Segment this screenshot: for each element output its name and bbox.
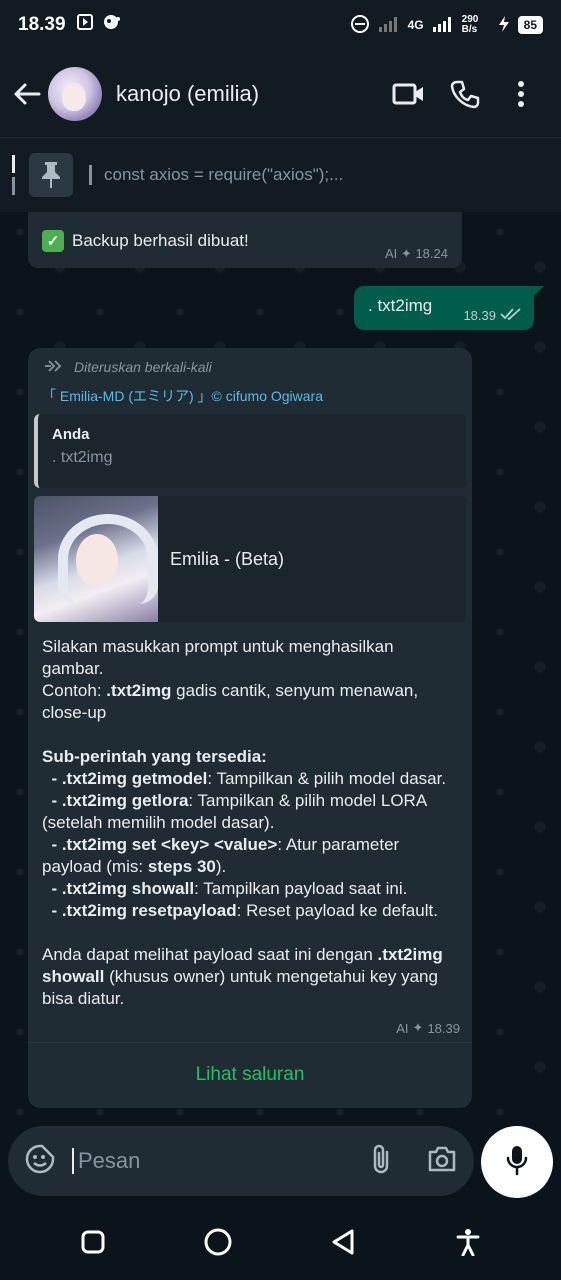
pinned-message-bar[interactable]: const axios = require("axios");... — [0, 138, 561, 212]
sparkle-icon: ✦ — [412, 1020, 424, 1035]
divider — [28, 1042, 472, 1043]
pinned-indicator — [12, 155, 15, 195]
chat-area[interactable]: ✓ Backup berhasil dibuat! AI ✦ 18.24 . t… — [0, 212, 561, 1126]
message-bubble-outgoing[interactable]: . txt2img 18.39 — [354, 286, 544, 330]
status-time: 18.39 — [18, 14, 66, 35]
net-speed: 290 B/s — [461, 14, 479, 35]
message-time: 18.39 — [463, 308, 496, 323]
link-preview[interactable]: Emilia - (Beta) — [34, 496, 466, 622]
microphone-icon — [505, 1144, 529, 1181]
view-channel-button[interactable]: Lihat saluran — [28, 1044, 472, 1106]
home-icon[interactable] — [198, 1222, 238, 1262]
chat-header: kanojo (emilia) — [0, 50, 561, 138]
avatar[interactable] — [48, 66, 102, 121]
signal-4g-icon — [432, 15, 454, 36]
channel-name[interactable]: 「 Emilia-MD (エミリア) 」© cifumo Ogiwara — [34, 386, 466, 406]
preview-thumbnail — [34, 496, 158, 622]
message-bubble-forwarded[interactable]: Diteruskan berkali-kali 「 Emilia-MD (エミリ… — [28, 348, 472, 1108]
quote-text: . txt2img — [52, 449, 113, 466]
camera-icon[interactable] — [426, 1145, 458, 1178]
preview-title: Emilia - (Beta) — [170, 548, 285, 569]
system-nav-bar — [0, 1204, 561, 1280]
network-label: 4G — [407, 18, 424, 32]
video-call-icon[interactable] — [381, 66, 437, 122]
status-right-group: 4G 290 B/s 85 — [350, 14, 543, 37]
charging-icon — [498, 15, 510, 36]
dnd-icon — [350, 14, 370, 37]
recent-apps-icon[interactable] — [73, 1222, 113, 1262]
message-meta: 18.39 — [463, 307, 522, 324]
voice-call-icon[interactable] — [437, 66, 493, 122]
subcommands-title: Sub-perintah yang tersedia: — [42, 747, 267, 766]
back-arrow-icon[interactable] — [12, 79, 42, 109]
emoji-icon[interactable] — [24, 1143, 56, 1180]
signal-icon — [378, 15, 400, 36]
forwarded-label: Diteruskan berkali-kali — [34, 356, 466, 378]
accessibility-icon[interactable] — [448, 1222, 488, 1262]
pinned-text: const axios = require("axios");... — [89, 165, 343, 185]
attach-icon[interactable] — [370, 1143, 392, 1180]
message-input[interactable]: Pesan — [72, 1148, 370, 1174]
check-mark-icon: ✓ — [42, 230, 64, 252]
back-nav-icon[interactable] — [323, 1222, 363, 1262]
message-text: . txt2img — [368, 296, 433, 315]
sparkle-icon: ✦ — [400, 246, 412, 261]
message-bubble-incoming[interactable]: ✓ Backup berhasil dibuat! AI ✦ 18.24 — [28, 212, 462, 268]
forward-icon — [44, 359, 66, 376]
composer: Pesan — [0, 1126, 561, 1204]
quoted-message[interactable]: Anda . txt2img — [34, 414, 466, 488]
forwarded-text: Diteruskan berkali-kali — [74, 359, 212, 375]
quote-author: Anda — [52, 426, 90, 443]
message-time: 18.39 — [427, 1020, 460, 1036]
message-time: 18.24 — [415, 246, 448, 261]
contact-name[interactable]: kanojo (emilia) — [116, 81, 381, 107]
battery-level: 85 — [517, 16, 543, 34]
ai-label: AI — [396, 1020, 409, 1036]
status-bar: 18.39 4G 290 B/s 85 — [0, 0, 561, 50]
more-vertical-icon[interactable] — [493, 66, 549, 122]
media-play-icon — [76, 13, 94, 37]
pin-icon[interactable] — [29, 153, 73, 197]
ai-label: AI — [385, 246, 398, 261]
message-meta: AI ✦ 18.39 — [396, 1020, 460, 1036]
message-body: Silakan masukkan prompt untuk menghasilk… — [42, 637, 448, 1008]
double-check-icon — [500, 307, 522, 324]
mic-button[interactable] — [481, 1126, 553, 1198]
notification-app-icon — [102, 13, 122, 37]
message-text: Backup berhasil dibuat! — [72, 231, 249, 250]
message-input-container[interactable]: Pesan — [8, 1126, 474, 1196]
message-meta: AI ✦ 18.24 — [385, 246, 448, 262]
